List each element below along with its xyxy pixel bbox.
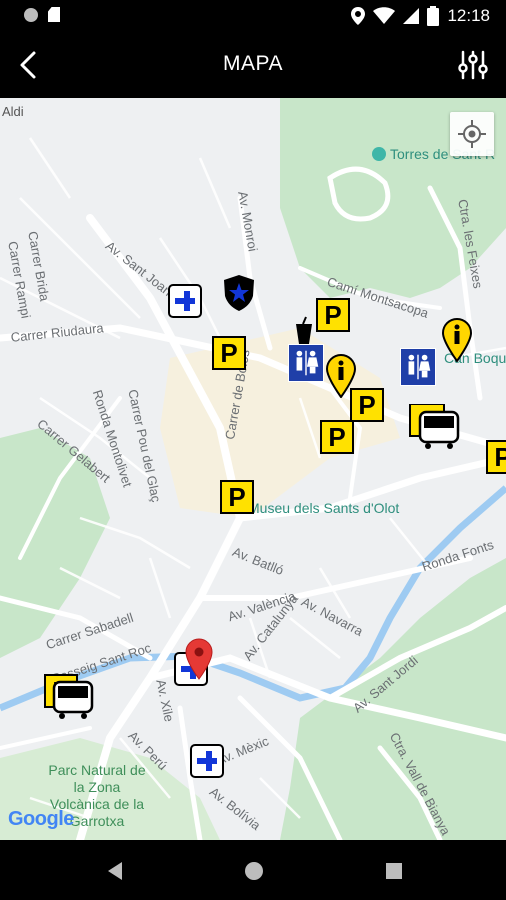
map-label: Aldi <box>2 104 24 119</box>
parking-marker[interactable]: P <box>212 336 246 370</box>
sliders-icon[interactable] <box>456 48 490 82</box>
crosshair-icon <box>458 120 486 148</box>
parking-marker[interactable]: P <box>486 440 506 474</box>
parking-marker[interactable]: P <box>316 298 350 332</box>
signal-icon <box>403 8 420 24</box>
bus-marker[interactable] <box>46 680 96 722</box>
google-logo-text: Google <box>8 808 74 830</box>
poi-marker-icon <box>372 147 386 161</box>
battery-icon <box>427 6 440 26</box>
police-badge-marker[interactable] <box>222 274 256 312</box>
sd-card-icon <box>48 7 60 22</box>
page-title: MAPA <box>223 52 283 75</box>
status-time: 12:18 <box>447 6 490 25</box>
parking-marker[interactable]: P <box>320 420 354 454</box>
home-circle-icon[interactable] <box>243 860 265 882</box>
system-nav-bar <box>0 840 506 900</box>
cafe-marker[interactable] <box>290 316 318 346</box>
parking-marker[interactable]: P <box>220 480 254 514</box>
location-pin-icon[interactable] <box>184 638 214 680</box>
notification-dot-icon <box>24 7 38 22</box>
map-view[interactable]: Aldi Av. Monroi Carrer Brida Carrer Ramp… <box>0 98 506 840</box>
my-location-button[interactable] <box>450 112 494 156</box>
location-icon <box>351 7 366 25</box>
bus-marker[interactable] <box>408 404 464 452</box>
toilets-marker[interactable] <box>400 348 436 386</box>
info-marker[interactable] <box>442 318 472 362</box>
google-attribution: Google <box>8 808 74 831</box>
info-marker[interactable] <box>326 354 356 398</box>
recents-square-icon[interactable] <box>383 860 405 882</box>
wifi-icon <box>373 7 396 24</box>
toilets-marker[interactable] <box>288 344 324 382</box>
app-bar: MAPA <box>0 32 506 98</box>
back-triangle-icon[interactable] <box>104 860 126 882</box>
status-bar: 12:18 <box>0 0 506 32</box>
poi-label[interactable]: Museu dels Sants d'Olot <box>232 500 399 516</box>
first-aid-marker[interactable] <box>168 284 202 318</box>
first-aid-marker[interactable] <box>190 744 224 778</box>
